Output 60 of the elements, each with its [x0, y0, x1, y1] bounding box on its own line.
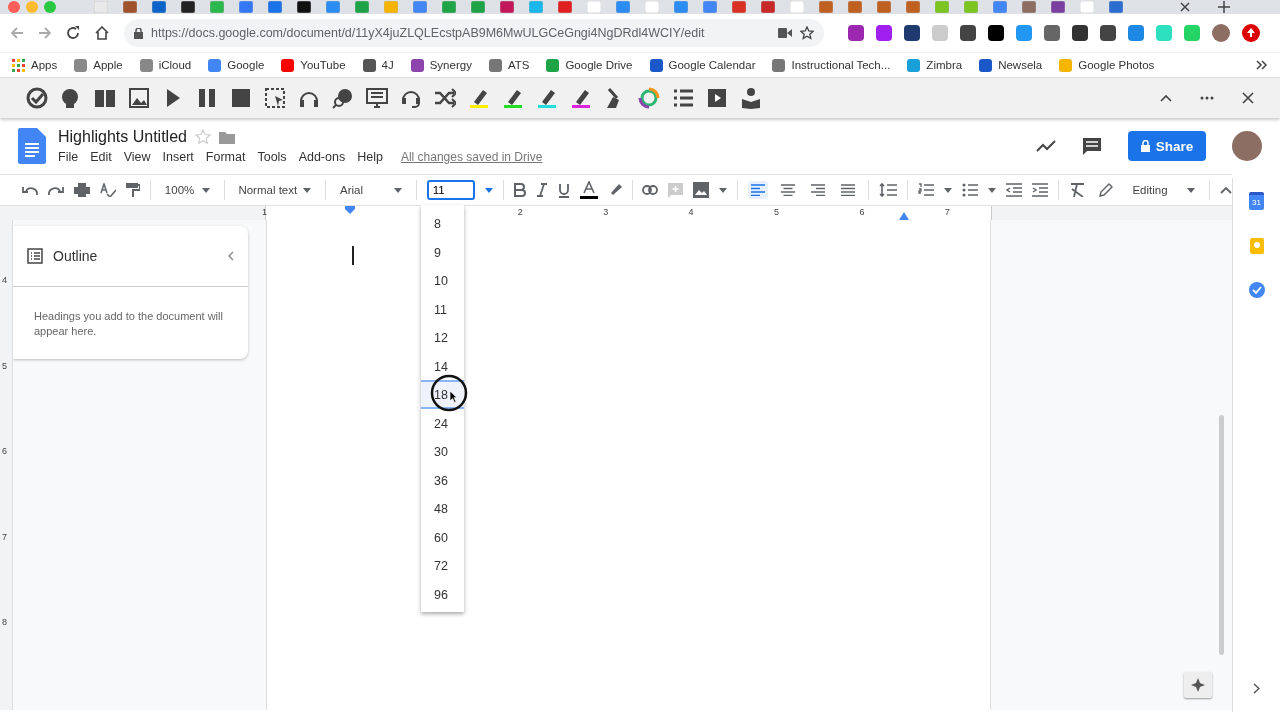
bookmark-link[interactable]: ATS — [507, 59, 530, 71]
menu-item[interactable]: File — [58, 150, 79, 164]
font-size-option[interactable]: 72 — [421, 551, 464, 580]
font-size-option[interactable]: 11 — [421, 294, 464, 323]
font-size-option[interactable]: 30 — [421, 437, 464, 466]
outline-title: Outline — [53, 248, 98, 264]
font-size-option[interactable]: 14 — [421, 351, 464, 380]
ruler-number: 8 — [2, 617, 7, 628]
menu-item[interactable]: Format — [205, 150, 246, 164]
bookmark-link[interactable]: Google Photos — [1078, 59, 1155, 71]
save-status-link[interactable]: All changes saved in Drive — [400, 150, 543, 164]
font-size-option[interactable]: 10 — [421, 266, 464, 295]
bookmark-link[interactable]: Google Calendar — [668, 59, 756, 71]
font-size-option[interactable]: 60 — [421, 522, 464, 551]
ruler-number: 2 — [517, 207, 523, 217]
menu-item[interactable]: Add-ons — [298, 150, 346, 164]
ruler-number: 3 — [603, 207, 609, 217]
bookmark-link[interactable]: iCloud — [158, 59, 192, 71]
bookmark-link[interactable]: 4J — [381, 59, 394, 71]
bookmark-link[interactable]: Newsela — [998, 59, 1043, 71]
ruler-number: 5 — [2, 360, 7, 371]
font-size-option[interactable]: 24 — [421, 408, 464, 437]
font-size-option[interactable]: 9 — [421, 237, 464, 266]
bookmark-link[interactable]: Zimbra — [926, 59, 963, 71]
bookmark-link[interactable]: Google Drive — [565, 59, 633, 71]
ruler-number: 7 — [2, 531, 7, 542]
style-dropdown[interactable]: Normal text — [234, 184, 316, 196]
ruler-number: 7 — [944, 207, 950, 217]
ruler-number: 5 — [774, 207, 779, 217]
zoom-dropdown[interactable]: 100% — [160, 184, 214, 196]
bookmark-link[interactable]: YouTube — [300, 59, 346, 71]
font-size-option[interactable]: 48 — [421, 494, 464, 523]
ruler-number: 6 — [859, 207, 865, 217]
menu-item[interactable]: Tools — [257, 150, 287, 164]
font-size-field[interactable]: 11 — [426, 180, 475, 200]
menu-item[interactable]: Help — [357, 150, 383, 164]
bookmark-link[interactable]: Apple — [93, 59, 123, 71]
calendar-icon[interactable]: 31 — [1249, 192, 1264, 210]
font-dropdown[interactable]: Arial — [336, 184, 406, 196]
address-field[interactable]: https://docs.google.com/document/d/11yX4juZLQLEcstpAB9M6MwULGCeGngi4NgDRdl4WCIY/edit — [124, 19, 824, 47]
bookmark-link[interactable]: Google — [227, 59, 265, 71]
font-size-option[interactable]: 8 — [421, 209, 464, 238]
font-size-option[interactable]: 36 — [421, 465, 464, 494]
ruler-number: 1 — [262, 207, 267, 217]
menu-item[interactable]: Insert — [162, 150, 194, 164]
menu-item[interactable]: View — [123, 150, 151, 164]
font-size-option[interactable]: 12 — [421, 323, 464, 352]
outline-hint: Headings you add to the document will appear here. — [33, 309, 224, 339]
ruler-number: 6 — [2, 446, 7, 457]
mode-dropdown[interactable]: Editing — [1094, 183, 1200, 197]
bookmark-link[interactable]: Instructional Tech... — [791, 59, 891, 71]
ruler-number: 4 — [2, 275, 7, 285]
document-title[interactable]: Highlights Untitled — [58, 128, 187, 146]
url-text: https://docs.google.com/document/d/11yX4juZLQLEcstpAB9M6MwULGCeGngi4NgDRdl4WCIY/edit — [151, 26, 706, 40]
bookmark-link[interactable]: Synergy — [429, 59, 472, 71]
ruler-number: 4 — [688, 207, 694, 217]
share-button[interactable]: Share — [1128, 131, 1206, 161]
font-size-option[interactable]: 96 — [421, 579, 464, 608]
menu-item[interactable]: Edit — [90, 150, 112, 164]
bookmark-link[interactable]: Apps — [31, 59, 58, 71]
